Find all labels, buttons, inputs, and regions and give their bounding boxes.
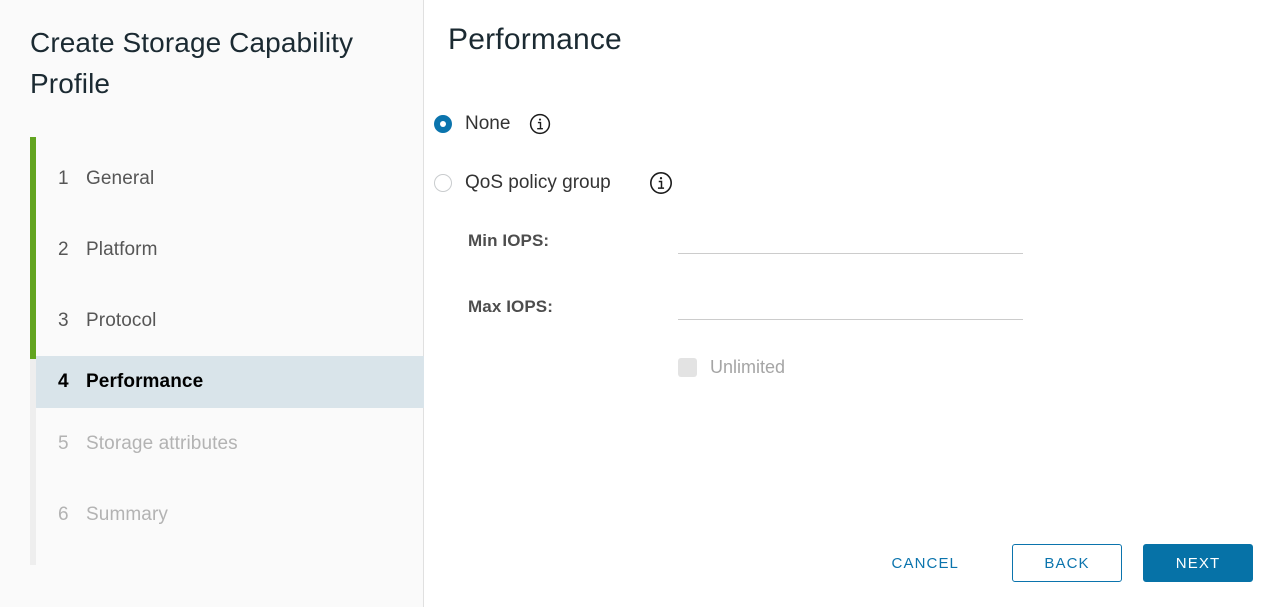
sidebar-item-performance[interactable]: 4 Performance [36, 356, 424, 408]
max-iops-label: Max IOPS: [468, 297, 678, 317]
step-label: Performance [86, 371, 203, 393]
wizard-footer: CANCEL BACK NEXT [877, 544, 1253, 582]
step-number: 4 [58, 371, 75, 393]
step-label: Protocol [86, 310, 157, 332]
sidebar-item-general[interactable]: 1 General [0, 143, 424, 214]
step-label: Storage attributes [86, 433, 238, 455]
cancel-button[interactable]: CANCEL [877, 545, 974, 581]
info-circle-icon[interactable] [649, 171, 673, 195]
max-iops-input[interactable] [678, 293, 1023, 320]
min-iops-input[interactable] [678, 227, 1023, 254]
performance-form: None QoS policy group [424, 105, 1277, 378]
sidebar-item-storage-attributes: 5 Storage attributes [0, 408, 424, 479]
unlimited-checkbox-row: Unlimited [468, 357, 1277, 378]
unlimited-label: Unlimited [710, 357, 785, 378]
radio-qos-indicator[interactable] [434, 174, 452, 192]
step-label: Platform [86, 239, 158, 261]
radio-option-none[interactable]: None [434, 105, 1277, 143]
sidebar-item-summary: 6 Summary [0, 479, 424, 550]
unlimited-checkbox [678, 358, 697, 377]
wizard-sidebar: Create Storage Capability Profile 1 Gene… [0, 0, 424, 607]
wizard-title: Create Storage Capability Profile [30, 22, 360, 104]
step-number: 1 [58, 168, 77, 190]
sidebar-item-protocol[interactable]: 3 Protocol [0, 285, 424, 356]
radio-none-label: None [465, 113, 510, 135]
field-row-min-iops: Min IOPS: [468, 227, 1277, 254]
back-button[interactable]: BACK [1012, 544, 1122, 582]
step-number: 6 [58, 504, 77, 526]
step-label: General [86, 168, 154, 190]
page-title: Performance [448, 23, 622, 57]
wizard-step-nav: 1 General 2 Platform 3 Protocol 4 Perfor… [0, 137, 424, 550]
min-iops-label: Min IOPS: [468, 231, 678, 251]
step-number: 2 [58, 239, 77, 261]
radio-option-qos-policy-group[interactable]: QoS policy group [434, 164, 1277, 202]
radio-none-indicator[interactable] [434, 115, 452, 133]
field-row-max-iops: Max IOPS: [468, 293, 1277, 320]
next-button[interactable]: NEXT [1143, 544, 1253, 582]
wizard-content: Performance None QoS policy group [424, 0, 1277, 607]
radio-qos-label: QoS policy group [465, 172, 611, 194]
step-number: 5 [58, 433, 77, 455]
create-storage-capability-profile-wizard: Create Storage Capability Profile 1 Gene… [0, 0, 1277, 607]
step-label: Summary [86, 504, 168, 526]
step-number: 3 [58, 310, 77, 332]
sidebar-item-platform[interactable]: 2 Platform [0, 214, 424, 285]
info-circle-icon[interactable] [529, 113, 551, 135]
